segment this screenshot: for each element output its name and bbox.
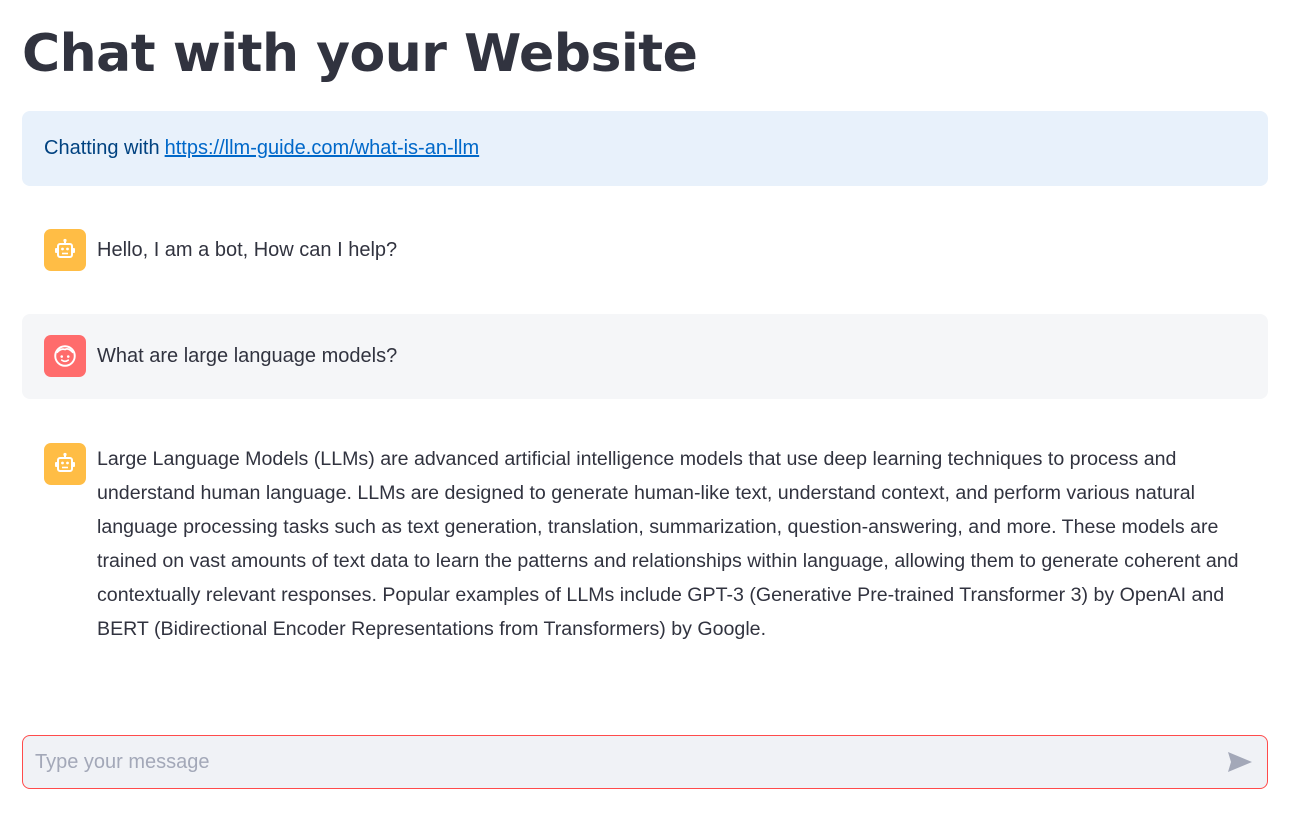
- chat-page: Chat with your Website Chatting with htt…: [0, 0, 1312, 814]
- robot-icon: [44, 443, 86, 485]
- chat-message-user: What are large language models?: [22, 314, 1268, 399]
- chat-message-assistant: Hello, I am a bot, How can I help?: [22, 208, 1268, 294]
- chat-input-container: [22, 735, 1268, 789]
- message-text: Hello, I am a bot, How can I help?: [97, 239, 398, 261]
- send-button[interactable]: [1227, 750, 1253, 774]
- message-text: Large Language Models (LLMs) are advance…: [97, 448, 1239, 640]
- website-link[interactable]: https://llm-guide.com/what-is-an-llm: [165, 137, 480, 160]
- info-banner: Chatting with https://llm-guide.com/what…: [22, 111, 1268, 186]
- message-text: What are large language models?: [97, 345, 398, 367]
- chat-message-input[interactable]: [35, 736, 1215, 788]
- robot-icon: [44, 229, 86, 271]
- send-icon: [1228, 752, 1252, 772]
- user-face-icon: [44, 335, 86, 377]
- page-title: Chat with your Website: [22, 24, 698, 84]
- chat-message-assistant: Large Language Models (LLMs) are advance…: [22, 422, 1268, 662]
- info-prefix: Chatting with: [44, 137, 160, 159]
